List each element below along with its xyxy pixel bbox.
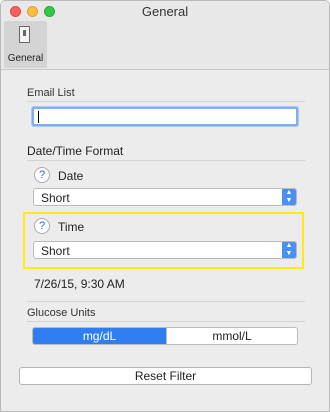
- divider: [27, 160, 305, 161]
- general-tab-label: General: [7, 53, 44, 64]
- date-label: Date: [58, 169, 84, 183]
- divider: [27, 321, 305, 322]
- switch-icon: [19, 26, 30, 43]
- window-title: General: [141, 4, 189, 19]
- reset-filter-button[interactable]: Reset Filter: [19, 367, 312, 385]
- time-format-value: Short: [41, 244, 70, 258]
- title-bar: General: [1, 1, 329, 21]
- email-list-label: Email List: [27, 87, 75, 99]
- chevron-updown-icon: ▲ ▼: [282, 189, 296, 205]
- datetime-sample: 7/26/15, 9:30 AM: [34, 277, 125, 291]
- datetime-format-label: Date/Time Format: [27, 144, 124, 158]
- general-tab[interactable]: General: [4, 21, 47, 68]
- time-format-select[interactable]: Short ▲ ▼: [33, 241, 297, 259]
- preferences-window: General General Email List Date/Time For…: [0, 0, 330, 412]
- glucose-units-label: Glucose Units: [27, 307, 96, 319]
- divider: [27, 301, 305, 302]
- email-list-input[interactable]: [32, 107, 298, 126]
- text-caret: [38, 111, 39, 123]
- chevron-updown-icon: ▲ ▼: [282, 242, 296, 258]
- mgdl-segment[interactable]: mg/dL: [33, 328, 166, 344]
- date-format-value: Short: [41, 191, 70, 205]
- time-label: Time: [58, 220, 85, 234]
- date-help-icon[interactable]: ?: [34, 167, 50, 183]
- time-help-icon[interactable]: ?: [34, 218, 50, 234]
- mmoll-segment[interactable]: mmol/L: [166, 328, 297, 344]
- divider: [27, 101, 305, 102]
- toolbar: General: [1, 21, 329, 70]
- date-format-select[interactable]: Short ▲ ▼: [33, 188, 297, 206]
- glucose-units-control: mg/dL mmol/L: [32, 327, 298, 345]
